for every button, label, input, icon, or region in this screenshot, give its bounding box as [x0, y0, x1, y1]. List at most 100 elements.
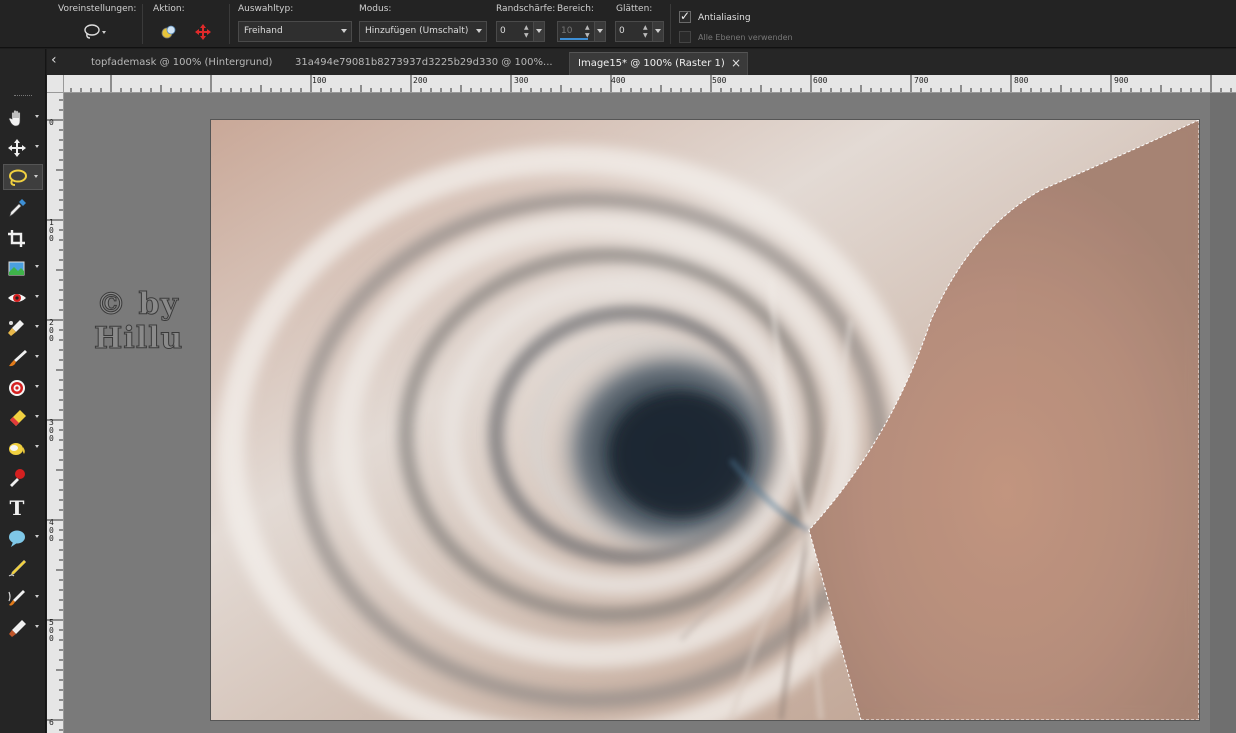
antialias-checkbox[interactable]	[679, 9, 691, 23]
ruler-label: 0	[49, 118, 54, 127]
pan-tool[interactable]	[3, 105, 43, 131]
selection-tool[interactable]	[3, 164, 43, 190]
ruler-label: 5 0 0	[49, 618, 59, 643]
chevron-down-icon[interactable]	[35, 595, 39, 598]
mode-dropdown[interactable]: Hinzufügen (Umschalt)	[359, 21, 487, 42]
crop-tool[interactable]	[3, 225, 43, 251]
vertical-scrollbar[interactable]	[1210, 93, 1236, 733]
separator	[670, 4, 671, 44]
tab-topfademask[interactable]: topfademask @ 100% (Hintergrund)	[83, 52, 273, 75]
red-move-cross-icon	[195, 24, 211, 40]
move-tool[interactable]	[3, 135, 43, 161]
chevron-down-icon	[476, 29, 482, 33]
chevron-down-icon[interactable]	[35, 415, 39, 418]
selection-type-group: Auswahltyp:	[238, 4, 293, 16]
chevron-down-icon[interactable]	[652, 22, 663, 41]
swirl-artwork	[211, 119, 1200, 733]
chevron-down-icon[interactable]	[35, 535, 39, 538]
toolbar-grip[interactable]	[14, 95, 32, 98]
picture-tube-icon	[8, 261, 25, 276]
chevron-down-icon[interactable]	[35, 385, 39, 388]
lasso-icon	[9, 169, 27, 186]
tab-31a494e[interactable]: 31a494e79081b8273937d3225b29d330 @ 100%.…	[287, 52, 557, 75]
range-slider-indicator	[560, 38, 588, 40]
clone-tool[interactable]	[3, 315, 43, 341]
hand-icon	[8, 109, 21, 127]
selection-type-label: Auswahltyp:	[238, 4, 294, 14]
shape-tool[interactable]	[3, 525, 43, 551]
smoothing-spinbox[interactable]: 0 ▲ ▼	[615, 21, 664, 42]
all-layers-checkbox[interactable]	[679, 31, 691, 43]
chevron-down-icon[interactable]	[35, 295, 39, 298]
separator	[229, 4, 230, 44]
selection-type-dropdown[interactable]: Freihand	[238, 21, 352, 42]
separator	[142, 4, 143, 44]
document-tab-bar: ‹ topfademask @ 100% (Hintergrund) 31a49…	[47, 49, 1236, 75]
watermark-line: Hillu	[93, 321, 184, 356]
mode-label: Modus:	[359, 4, 392, 14]
chevron-down-icon[interactable]	[35, 145, 39, 148]
ruler-label: 300	[514, 76, 529, 85]
ruler-label: 2 0 0	[49, 318, 59, 343]
warp-brush-tool[interactable]	[3, 585, 43, 611]
antialias-label: Antialiasing	[698, 13, 751, 23]
speech-bubble-icon	[9, 530, 25, 547]
fill-tool[interactable]	[3, 435, 43, 461]
eraser-tool[interactable]	[3, 405, 43, 431]
text-tool[interactable]: T	[3, 495, 43, 521]
chevron-down-icon[interactable]	[533, 22, 544, 41]
chevron-down-icon[interactable]	[35, 355, 39, 358]
watermark: © by Hillu	[93, 287, 184, 356]
tab-label: 31a494e79081b8273937d3225b29d330 @ 100%.…	[295, 57, 553, 68]
chevron-down-icon[interactable]	[34, 175, 38, 178]
tools-toolbar: T	[0, 49, 46, 733]
straighten-tool[interactable]	[3, 255, 43, 281]
document-image[interactable]	[211, 119, 1200, 733]
pen-tool[interactable]	[3, 555, 43, 581]
pen-icon	[8, 559, 27, 577]
tab-scroll-left-icon[interactable]: ‹	[51, 52, 57, 68]
ruler-label: 700	[914, 76, 929, 85]
action-label: Aktion:	[153, 4, 185, 14]
presets-label: Voreinstellungen:	[58, 4, 137, 14]
red-eye-tool[interactable]	[3, 285, 43, 311]
close-icon[interactable]: ×	[731, 56, 741, 70]
smoothing-label: Glätten:	[616, 4, 653, 14]
convert-to-selection-button[interactable]	[159, 22, 179, 42]
retouch-tool[interactable]	[3, 615, 43, 641]
ruler-label: 6	[49, 718, 54, 727]
ruler-label: 400	[611, 76, 626, 85]
horizontal-ruler: 100 200 300 400 500 600 700 800 900	[64, 75, 1236, 93]
paint-brush-tool[interactable]	[3, 345, 43, 371]
ruler-corner	[47, 75, 64, 93]
spin-arrows-icon[interactable]: ▲ ▼	[524, 24, 532, 40]
range-spinbox[interactable]: 10 ▲ ▼	[557, 21, 606, 42]
tool-options-bar: Voreinstellungen: Aktion: Auswahltyp: Fr…	[0, 0, 1236, 48]
range-group: Bereich:	[557, 4, 594, 16]
color-changer-tool[interactable]	[3, 465, 43, 491]
chevron-down-icon[interactable]	[35, 265, 39, 268]
chevron-down-icon[interactable]	[594, 22, 605, 41]
smoothing-value: 0	[619, 26, 625, 36]
spin-arrows-icon[interactable]: ▲ ▼	[643, 24, 651, 40]
remove-selection-button[interactable]	[193, 22, 213, 42]
dropper-tool[interactable]	[3, 195, 43, 221]
ruler-ticks	[70, 75, 1232, 92]
chevron-down-icon[interactable]	[35, 445, 39, 448]
presets-dropdown[interactable]	[82, 22, 112, 42]
canvas-workspace[interactable]: © by Hillu	[64, 93, 1236, 733]
clone-brush-icon	[8, 320, 24, 336]
chevron-down-icon[interactable]	[35, 625, 39, 628]
chevron-down-icon[interactable]	[35, 115, 39, 118]
ruler-label: 100	[312, 76, 327, 85]
presets-group: Voreinstellungen:	[58, 4, 137, 39]
ruler-label: 4 0 0	[49, 518, 59, 543]
target-tool[interactable]	[3, 375, 43, 401]
feather-spinbox[interactable]: 0 ▲ ▼	[496, 21, 545, 42]
ruler-label: 600	[813, 76, 828, 85]
crop-icon	[8, 230, 25, 247]
eye-icon	[8, 294, 26, 302]
tab-image15[interactable]: Image15* @ 100% (Raster 1) ×	[569, 52, 748, 75]
chevron-down-icon[interactable]	[35, 325, 39, 328]
ruler-label: 500	[712, 76, 727, 85]
